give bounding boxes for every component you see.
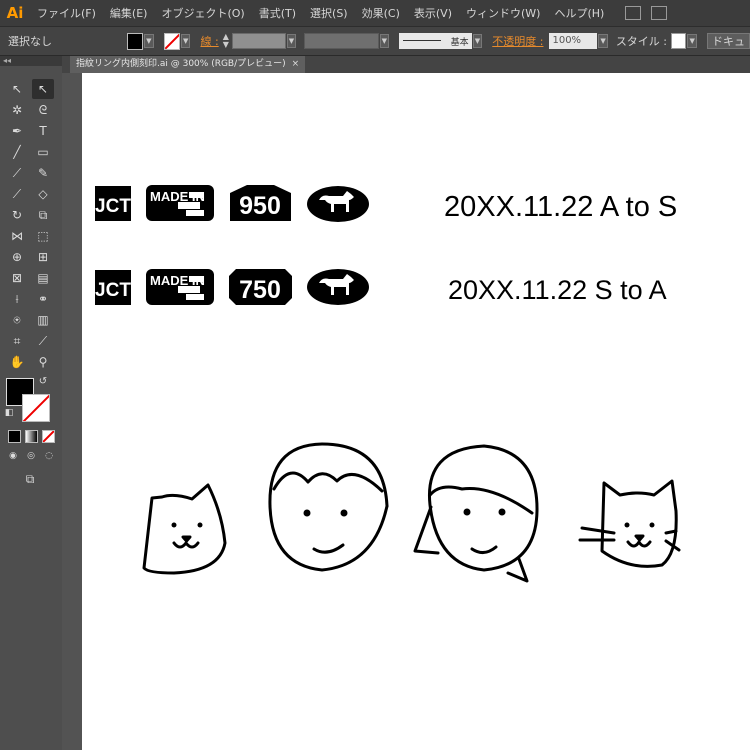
- gradient-mode-icon[interactable]: [25, 430, 38, 443]
- jct-badge-2[interactable]: JCT: [95, 270, 131, 305]
- close-tab-icon[interactable]: ×: [292, 59, 300, 69]
- lasso-tool-icon[interactable]: ᘓ: [32, 100, 54, 120]
- gradient-tool-icon[interactable]: ▤: [32, 268, 54, 288]
- rectangle-tool-icon[interactable]: ▭: [32, 142, 54, 162]
- menu-effect[interactable]: 効果(C): [355, 5, 407, 21]
- made-in-badge-2[interactable]: MADE IN: [146, 269, 214, 305]
- bridge-icon[interactable]: [625, 6, 642, 20]
- date-text-1[interactable]: 20XX.11.22 A to S: [444, 191, 677, 223]
- toolbox: ↖ ↖ ✲ ᘓ ✒ T ╱ ▭ ⟋ ✎ ⟋ ◇ ↻ ⧉ ⋈ ⬚ ⊕ ⊞ ⊠ ▤ …: [0, 66, 62, 750]
- line-tool-icon[interactable]: ╱: [6, 142, 28, 162]
- menu-object[interactable]: オブジェクト(O): [154, 5, 251, 21]
- stroke-weight-field[interactable]: [232, 33, 286, 49]
- eyedropper-tool-icon[interactable]: ⟊: [6, 289, 28, 309]
- rotate-tool-icon[interactable]: ↻: [6, 205, 28, 225]
- menu-type[interactable]: 書式(T): [252, 5, 303, 21]
- scale-tool-icon[interactable]: ⧉: [32, 205, 54, 225]
- stroke-swatch[interactable]: [163, 32, 180, 50]
- menu-help[interactable]: ヘルプ(H): [547, 5, 611, 21]
- stroke-weight-stepper-icon[interactable]: ▲ ▼: [223, 33, 233, 49]
- arrange-documents-icon[interactable]: [651, 6, 668, 20]
- direct-selection-tool-icon[interactable]: ↖: [32, 79, 54, 99]
- stroke-label[interactable]: 線 :: [200, 33, 218, 49]
- free-transform-tool-icon[interactable]: ⬚: [32, 226, 54, 246]
- made-in-badge[interactable]: MADE IN: [146, 185, 214, 221]
- dog-face-icon[interactable]: [142, 483, 227, 575]
- variable-width-dropdown-icon[interactable]: ▼: [379, 34, 390, 48]
- menu-edit[interactable]: 編集(E): [103, 5, 155, 21]
- selection-status: 選択なし: [8, 35, 52, 48]
- stroke-weight-dropdown-icon[interactable]: ▼: [286, 34, 297, 48]
- default-colors-icon[interactable]: ◧: [2, 406, 16, 420]
- width-tool-icon[interactable]: ⋈: [6, 226, 28, 246]
- boy-face-icon[interactable]: [268, 442, 389, 572]
- selection-tool-icon[interactable]: ↖: [6, 79, 28, 99]
- fill-swatch[interactable]: [126, 32, 143, 50]
- jct-badge-2-text: JCT: [95, 280, 131, 301]
- shape-builder-tool-icon[interactable]: ⊕: [6, 247, 28, 267]
- fill-dropdown-icon[interactable]: ▼: [143, 34, 154, 48]
- style-swatch[interactable]: [671, 33, 687, 49]
- dog-oval-badge[interactable]: [307, 186, 369, 222]
- menu-window[interactable]: ウィンドウ(W): [459, 5, 547, 21]
- control-bar: 選択なし ▼ ▼ 線 : ▲ ▼ ▼ ▼ 基本 ▼ 不透明度 : 100% ▼ ス…: [0, 26, 750, 56]
- purity-badge-2-text: 750: [239, 276, 281, 304]
- date-text-2[interactable]: 20XX.11.22 S to A: [448, 275, 667, 305]
- paintbrush-tool-icon[interactable]: ⟋: [6, 163, 28, 183]
- stroke-dropdown-icon[interactable]: ▼: [180, 34, 191, 48]
- blend-tool-icon[interactable]: ⚭: [32, 289, 54, 309]
- mesh-tool-icon[interactable]: ⊠: [6, 268, 28, 288]
- jct-badge-text: JCT: [95, 196, 131, 217]
- artboard[interactable]: JCT MADE IN 950 20XX.11.22 A to S JCT MA…: [82, 73, 750, 750]
- color-mode-icon[interactable]: [8, 430, 21, 443]
- purity-badge-2[interactable]: 750: [229, 269, 292, 305]
- brush-definition-field[interactable]: 基本: [399, 33, 472, 49]
- opacity-field[interactable]: 100%: [549, 33, 598, 49]
- purity-badge[interactable]: 950: [230, 185, 291, 221]
- none-mode-icon[interactable]: [42, 430, 55, 443]
- document-tab-bar: 指紋リング内側刻印.ai @ 300% (RGB/プレビュー) ×: [62, 56, 750, 73]
- hand-tool-icon[interactable]: ✋: [6, 352, 28, 372]
- screen-mode-icon[interactable]: ⧉: [19, 470, 41, 488]
- artboard-tool-icon[interactable]: ⌗: [6, 331, 28, 351]
- app-logo: Ai: [6, 4, 24, 22]
- swap-fill-stroke-icon[interactable]: ↺: [36, 374, 50, 388]
- menu-view[interactable]: 表示(V): [407, 5, 459, 21]
- stroke-color-swatch[interactable]: [22, 394, 50, 422]
- zoom-tool-icon[interactable]: ⚲: [32, 352, 54, 372]
- pencil-tool-icon[interactable]: ✎: [32, 163, 54, 183]
- canvas-area[interactable]: JCT MADE IN 950 20XX.11.22 A to S JCT MA…: [62, 73, 750, 750]
- draw-normal-icon[interactable]: ◉: [5, 448, 21, 464]
- style-label: スタイル :: [615, 35, 668, 48]
- perspective-grid-tool-icon[interactable]: ⊞: [32, 247, 54, 267]
- dog-oval-badge-2[interactable]: [307, 269, 369, 305]
- draw-inside-icon[interactable]: ◌: [41, 448, 57, 464]
- opacity-label[interactable]: 不透明度 :: [492, 33, 543, 49]
- document-tab-title: 指紋リング内側刻印.ai @ 300% (RGB/プレビュー): [76, 59, 286, 69]
- toolbox-collapse-icon[interactable]: ◂◂: [0, 56, 62, 66]
- girl-face-icon[interactable]: [413, 444, 539, 583]
- variable-width-field[interactable]: [304, 33, 379, 49]
- draw-behind-icon[interactable]: ◎: [23, 448, 39, 464]
- artwork-svg: JCT MADE IN 950 20XX.11.22 A to S JCT MA…: [95, 185, 681, 583]
- symbol-sprayer-tool-icon[interactable]: ⍟: [6, 310, 28, 330]
- blob-brush-tool-icon[interactable]: ⟋: [6, 184, 28, 204]
- slice-tool-icon[interactable]: ⟋: [32, 331, 54, 351]
- document-setup-button[interactable]: ドキュ: [706, 33, 750, 49]
- eraser-tool-icon[interactable]: ◇: [32, 184, 54, 204]
- menu-file[interactable]: ファイル(F): [30, 5, 103, 21]
- column-graph-tool-icon[interactable]: ▥: [32, 310, 54, 330]
- opacity-dropdown-icon[interactable]: ▼: [598, 34, 608, 48]
- pen-tool-icon[interactable]: ✒: [6, 121, 28, 141]
- cat-face-icon[interactable]: [578, 479, 681, 568]
- magic-wand-tool-icon[interactable]: ✲: [6, 100, 28, 120]
- document-tab[interactable]: 指紋リング内側刻印.ai @ 300% (RGB/プレビュー) ×: [70, 56, 306, 73]
- purity-badge-text: 950: [239, 192, 281, 220]
- type-tool-icon[interactable]: T: [32, 121, 54, 141]
- menu-bar: Ai ファイル(F) 編集(E) オブジェクト(O) 書式(T) 選択(S) 効…: [0, 0, 750, 26]
- brush-dropdown-icon[interactable]: ▼: [472, 34, 483, 48]
- style-dropdown-icon[interactable]: ▼: [687, 34, 697, 48]
- menu-select[interactable]: 選択(S): [303, 5, 355, 21]
- jct-badge[interactable]: JCT: [95, 186, 131, 221]
